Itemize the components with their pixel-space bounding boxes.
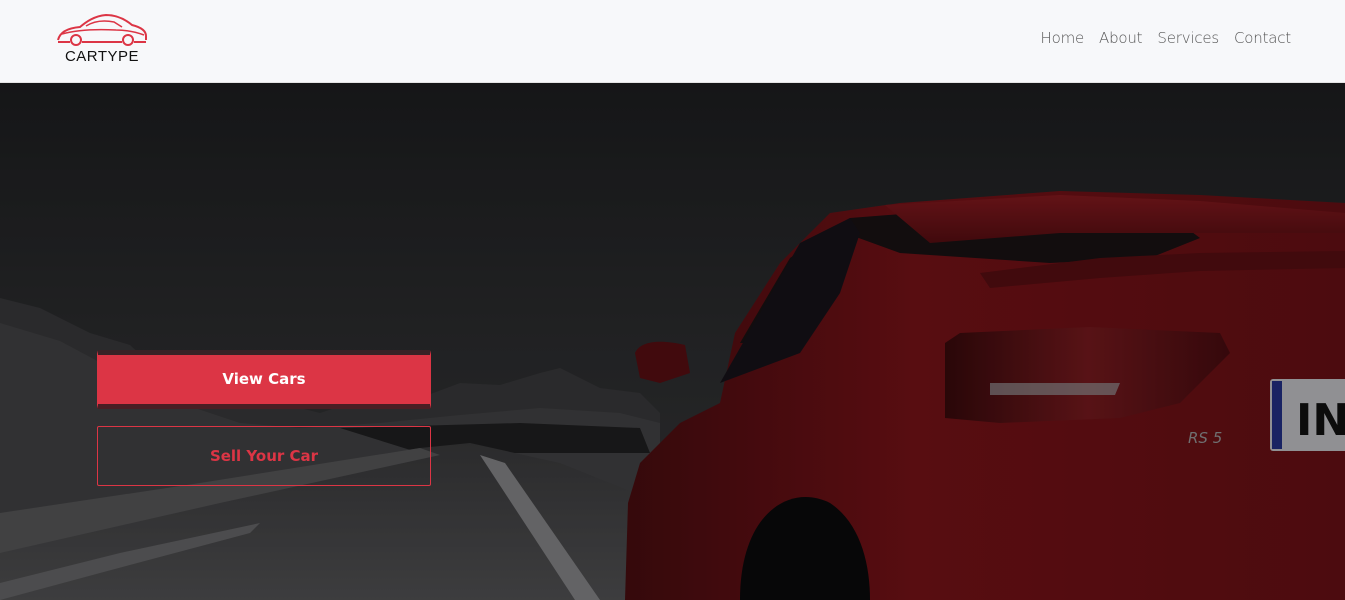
navbar: CARTYPE Home About Services Contact (0, 0, 1345, 83)
nav-link-about[interactable]: About (1099, 29, 1143, 47)
nav-link-services[interactable]: Services (1157, 29, 1219, 47)
nav-link-home[interactable]: Home (1041, 29, 1085, 47)
nav-link-contact[interactable]: Contact (1234, 29, 1291, 47)
view-cars-button[interactable]: View Cars (97, 350, 431, 409)
brand-logo[interactable]: CARTYPE (56, 12, 148, 68)
hero-section: IN RS 5 View Cars Sell Your Car (0, 83, 1345, 600)
nav-menu: Home About Services Contact (1041, 29, 1292, 47)
brand-name: CARTYPE (64, 48, 140, 65)
car-logo-icon (57, 13, 147, 46)
hero-background-image: IN RS 5 (0, 83, 1345, 600)
sell-your-car-button[interactable]: Sell Your Car (97, 426, 431, 486)
